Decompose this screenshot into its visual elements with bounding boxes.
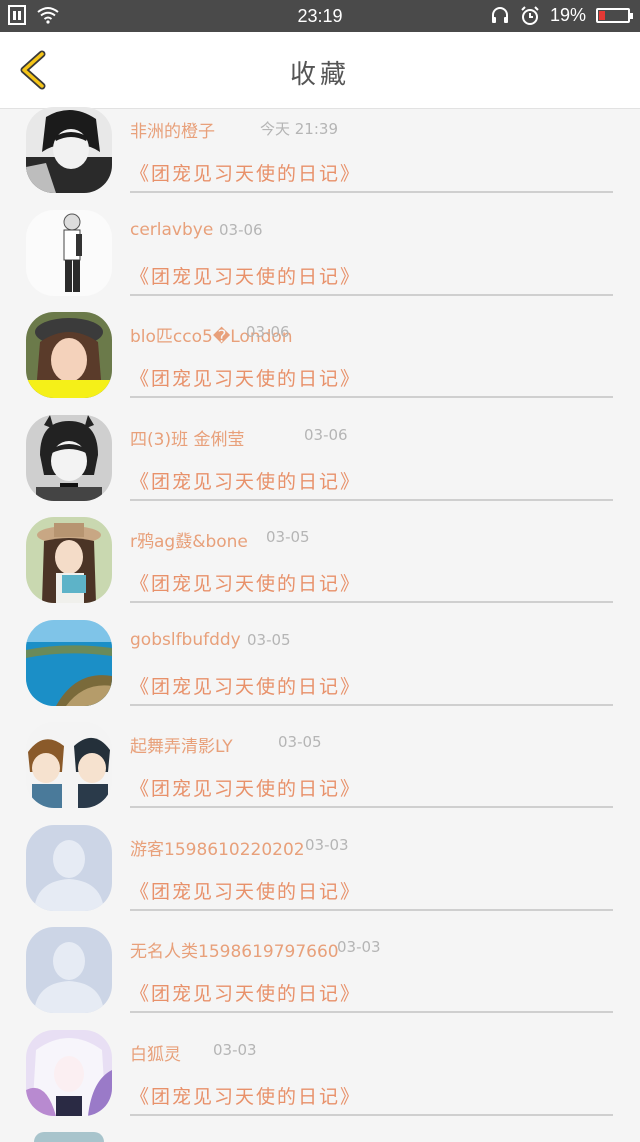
list-item[interactable]: 游客1598610220202 03-03 《团宠见习天使的日记》 — [0, 824, 640, 930]
favorite-date: 03-06 — [246, 323, 290, 341]
alarm-icon — [521, 5, 539, 25]
list-item[interactable]: 白狐灵 03-03 《团宠见习天使的日记》 — [0, 1029, 640, 1135]
status-bar: 23:19 19% — [0, 0, 640, 32]
favorite-date: 03-05 — [247, 630, 291, 649]
diary-title-link[interactable]: 《团宠见习天使的日记》 — [130, 979, 361, 1006]
list-item[interactable]: cerlavbye 03-06 《团宠见习天使的日记》 — [0, 209, 640, 315]
divider — [130, 293, 613, 296]
diary-title-link[interactable]: 《团宠见习天使的日记》 — [130, 1082, 361, 1109]
status-icons-right: 19% — [490, 5, 633, 26]
user-name: 非洲的橙子 — [130, 122, 215, 142]
avatar[interactable] — [26, 312, 112, 398]
user-name: cerlavbye — [130, 219, 214, 240]
list-item[interactable]: 四(3)班 金俐莹 03-06 《团宠见习天使的日记》 — [0, 414, 640, 520]
divider — [130, 498, 613, 501]
user-name: 无名人类1598619797660 — [130, 942, 339, 962]
user-name: gobslfbufddy — [130, 629, 241, 650]
diary-title-link[interactable]: 《团宠见习天使的日记》 — [130, 364, 361, 391]
favorite-date: 03-03 — [337, 938, 381, 956]
avatar[interactable] — [34, 1132, 104, 1142]
favorite-date: 03-06 — [304, 425, 348, 444]
diary-title-link[interactable]: 《团宠见习天使的日记》 — [130, 569, 361, 596]
divider — [130, 396, 613, 398]
list-item[interactable]: 起舞弄清影LY 03-05 《团宠见习天使的日记》 — [0, 722, 640, 827]
battery-icon — [596, 8, 633, 23]
favorite-date: 03-03 — [213, 1040, 257, 1059]
diary-title-link[interactable]: 《团宠见习天使的日记》 — [130, 774, 361, 801]
avatar[interactable] — [26, 209, 112, 296]
divider — [130, 191, 613, 193]
avatar[interactable] — [26, 824, 112, 911]
divider — [130, 703, 613, 706]
avatar[interactable] — [26, 722, 112, 808]
user-name: 起舞弄清影LY — [130, 737, 233, 757]
favorite-date: 03-06 — [219, 220, 263, 239]
header: 收藏 — [0, 32, 640, 109]
diary-title-link[interactable]: 《团宠见习天使的日记》 — [130, 672, 361, 699]
avatar[interactable] — [26, 1029, 112, 1116]
diary-title-link[interactable]: 《团宠见习天使的日记》 — [130, 877, 361, 904]
headset-icon — [491, 6, 508, 23]
battery-percent: 19% — [549, 5, 586, 25]
avatar[interactable] — [26, 927, 112, 1013]
user-name: 四(3)班 金俐莹 — [130, 429, 245, 450]
diary-title-link[interactable]: 《团宠见习天使的日记》 — [130, 467, 361, 494]
list-item[interactable]: gobslfbufddy 03-05 《团宠见习天使的日记》 — [0, 619, 640, 725]
divider — [130, 1113, 613, 1116]
diary-title-link[interactable]: 《团宠见习天使的日记》 — [130, 262, 361, 289]
page-title: 收藏 — [289, 60, 350, 90]
avatar[interactable] — [26, 517, 112, 603]
list-item[interactable]: 无名人类1598619797660 03-03 《团宠见习天使的日记》 — [0, 927, 640, 1032]
avatar[interactable] — [26, 619, 112, 706]
list-item[interactable]: blo匹cco5�London 03-06 《团宠见习天使的日记》 — [0, 312, 640, 417]
divider — [130, 601, 613, 603]
user-name: 白狐灵 — [130, 1044, 181, 1065]
user-name: r鸦ag鼗&bone — [130, 532, 248, 552]
diary-title-link[interactable]: 《团宠见习天使的日记》 — [130, 159, 361, 186]
favorite-date: 03-03 — [305, 835, 349, 854]
favorite-date: 今天 21:39 — [260, 120, 338, 138]
divider — [130, 908, 613, 911]
list-item[interactable]: 非洲的橙子 今天 21:39 《团宠见习天使的日记》 — [0, 107, 640, 212]
list-item[interactable]: r鸦ag鼗&bone 03-05 《团宠见习天使的日记》 — [0, 517, 640, 622]
user-name: 游客1598610220202 — [130, 839, 305, 860]
avatar[interactable] — [26, 107, 112, 193]
favorite-date: 03-05 — [278, 733, 322, 751]
divider — [130, 1011, 613, 1013]
avatar[interactable] — [26, 414, 112, 501]
divider — [130, 806, 613, 808]
favorites-list: 非洲的橙子 今天 21:39 《团宠见习天使的日记》 cerlavbye 03-… — [0, 107, 640, 1135]
favorite-date: 03-05 — [266, 528, 310, 546]
